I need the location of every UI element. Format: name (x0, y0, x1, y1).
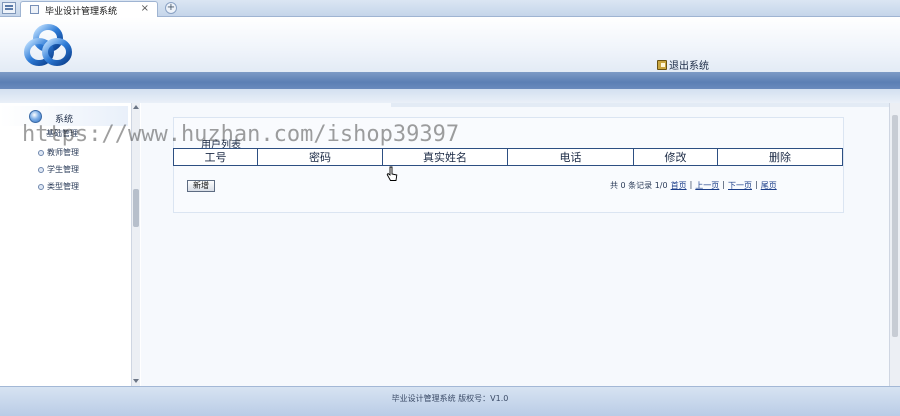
footer-copyright: 毕业设计管理系统 版权号：V1.0 (391, 394, 509, 403)
sidebar-scroll-thumb[interactable] (133, 189, 139, 227)
sidebar-item-label: 教师管理 (47, 148, 79, 157)
column-header-phone: 电话 (508, 149, 634, 165)
app-header: 退出系统 (0, 17, 900, 72)
pager-prev-link[interactable]: 上一页 (695, 180, 719, 191)
column-header-delete: 删除 (769, 151, 791, 164)
bullet-icon (38, 149, 44, 156)
system-icon (29, 110, 42, 123)
tab-title: 毕业设计管理系统 (45, 7, 118, 17)
page-scrollbar[interactable] (889, 103, 900, 386)
column-header-edit: 修改 (634, 149, 718, 165)
sidebar-item-label: 类型管理 (47, 182, 79, 191)
sidebar-item-types[interactable]: 类型管理 (38, 181, 79, 192)
page-scroll-thumb[interactable] (892, 115, 898, 337)
scroll-up-icon[interactable] (133, 105, 139, 109)
main-top-shade (391, 103, 889, 107)
footer: 毕业设计管理系统 版权号：V1.0 (0, 386, 900, 416)
page-favicon-icon (30, 5, 39, 14)
pager-summary: 共 0 条记录 1/0 (610, 181, 668, 190)
pager-first-link[interactable]: 首页 (671, 180, 687, 191)
browser-tab-strip: 毕业设计管理系统 × + (0, 0, 900, 17)
browser-tab[interactable]: 毕业设计管理系统 × (20, 1, 158, 17)
sidebar-section-header[interactable]: 系统 (0, 106, 128, 126)
column-header-realname: 真实姓名 (383, 149, 508, 165)
tab-close-icon[interactable]: × (141, 3, 149, 14)
pagination: 共 0 条记录 1/0 首页 | 上一页 | 下一页 | 尾页 (610, 180, 777, 191)
sidebar-section-label: 系统 (55, 115, 74, 125)
sidebar-item-students[interactable]: 学生管理 (38, 164, 79, 175)
main-content: 用户列表 (141, 103, 889, 386)
pager-last-link[interactable]: 尾页 (761, 180, 777, 191)
column-header-password: 密码 (258, 149, 383, 165)
mouse-pointer-icon (386, 166, 398, 181)
sidebar: 系统 基础管理 教师管理 学生管理 类型管理 (0, 103, 140, 386)
header-light-band (0, 89, 900, 103)
new-tab-icon[interactable]: + (165, 2, 177, 14)
add-button[interactable]: 新增 (187, 180, 215, 192)
logout-label: 退出系统 (669, 61, 709, 72)
pager-separator: | (722, 180, 725, 189)
logo-icon (24, 24, 72, 66)
logout-button[interactable]: 退出系统 (657, 57, 709, 72)
bullet-icon (38, 166, 44, 173)
tab-menu-icon[interactable] (2, 2, 16, 14)
header-separator-band (0, 72, 900, 89)
sidebar-item-teachers[interactable]: 教师管理 (38, 147, 79, 158)
column-header-id: 工号 (174, 149, 258, 165)
pager-next-link[interactable]: 下一页 (728, 180, 752, 191)
sidebar-group-basic[interactable]: 基础管理 (46, 128, 78, 139)
bullet-icon (38, 183, 44, 190)
pager-separator: | (755, 180, 758, 189)
scroll-down-icon[interactable] (133, 379, 139, 383)
pager-separator: | (689, 180, 693, 189)
sidebar-item-label: 学生管理 (47, 165, 79, 174)
sidebar-scrollbar[interactable] (131, 103, 140, 386)
logout-icon (657, 59, 667, 70)
user-table-header: 工号 密码 真实姓名 电话 修改 删除 (173, 148, 843, 166)
